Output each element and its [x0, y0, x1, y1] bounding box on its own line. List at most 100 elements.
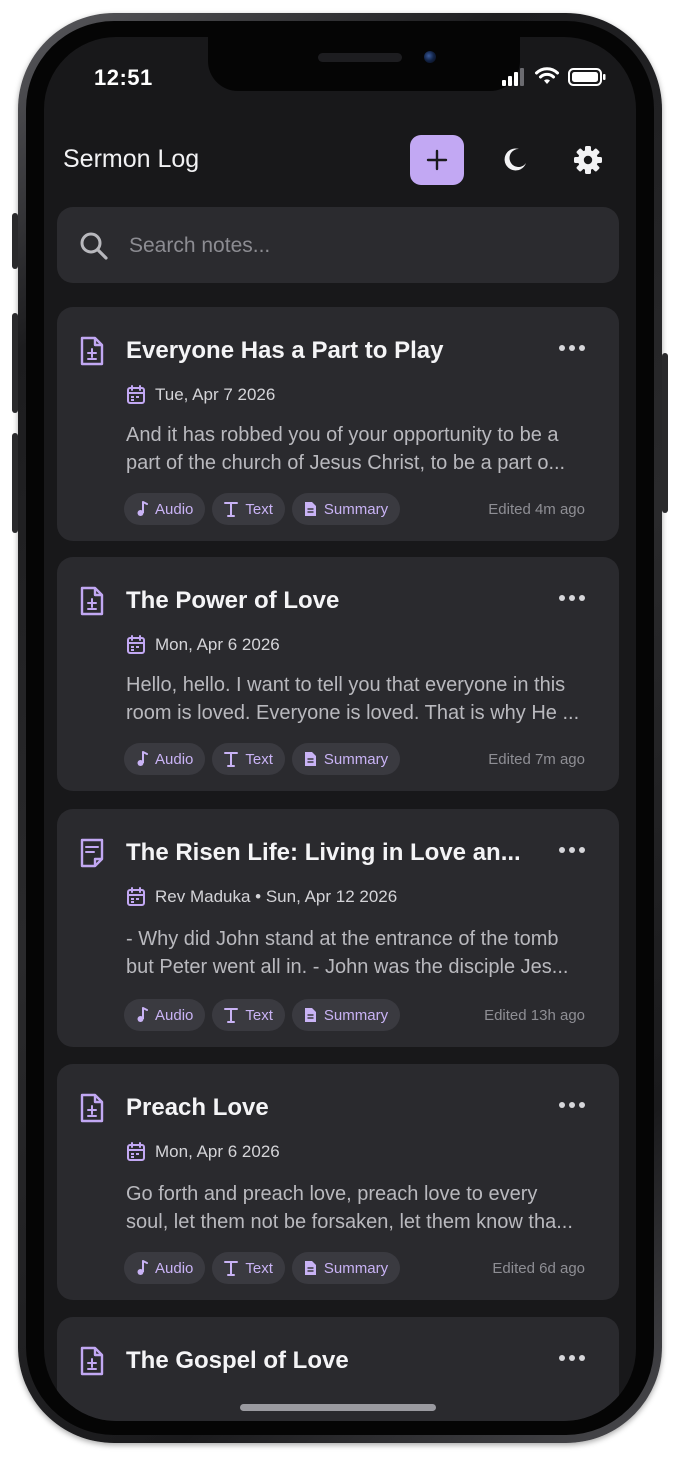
music-note-icon	[137, 751, 148, 766]
calendar-icon	[127, 385, 145, 404]
note-chips: Audio Text Summary	[124, 743, 401, 775]
note-title: The Power of Love	[126, 587, 340, 614]
status-icons	[502, 67, 606, 86]
note-snippet: - Why did John stand at the entrance of …	[126, 925, 596, 981]
note-card[interactable]: Preach Love Mon, Apr 6 2026 Go forth and…	[57, 1064, 619, 1300]
dot	[559, 1102, 565, 1108]
search-input[interactable]	[127, 227, 591, 265]
note-date: Tue, Apr 7 2026	[155, 385, 276, 404]
more-options-button[interactable]	[559, 1355, 585, 1361]
more-options-button[interactable]	[559, 595, 585, 601]
gear-icon	[574, 146, 602, 174]
dot	[569, 1102, 575, 1108]
music-note-icon	[137, 1260, 148, 1275]
dot	[579, 345, 585, 351]
note-card[interactable]: Everyone Has a Part to Play Tue, Apr 7 2…	[57, 307, 619, 541]
note-card[interactable]: The Risen Life: Living in Love an... Rev…	[57, 809, 619, 1047]
note-meta: Tue, Apr 7 2026	[126, 385, 275, 405]
calendar-icon	[127, 1142, 145, 1161]
chip-label: Summary	[323, 500, 389, 518]
volume-down-button	[12, 433, 18, 533]
chip-label: Text	[245, 1006, 273, 1024]
note-meta: Rev Maduka • Sun, Apr 12 2026	[126, 887, 397, 907]
document-icon	[304, 502, 316, 516]
audio-file-icon	[80, 336, 104, 366]
snippet-line: but Peter went all in. - John was the di…	[126, 956, 569, 978]
chip-text[interactable]: Text	[212, 999, 285, 1031]
dot	[569, 595, 575, 601]
audio-file-icon	[80, 1346, 104, 1376]
dark-mode-toggle[interactable]	[494, 139, 536, 181]
app-title: Sermon Log	[63, 145, 200, 173]
dot	[579, 1355, 585, 1361]
dot	[579, 595, 585, 601]
note-card[interactable]: The Power of Love Mon, Apr 6 2026 Hello,…	[57, 557, 619, 791]
home-indicator[interactable]	[240, 1404, 436, 1411]
chip-audio[interactable]: Audio	[124, 1252, 206, 1284]
chip-label: Text	[245, 500, 273, 518]
edited-time: Edited 4m ago	[488, 501, 585, 518]
audio-file-icon	[80, 1093, 104, 1123]
dot	[569, 345, 575, 351]
dot	[559, 345, 565, 351]
audio-file-icon	[80, 586, 104, 616]
chip-text[interactable]: Text	[212, 493, 285, 525]
battery-icon	[568, 67, 606, 86]
note-snippet: Hello, hello. I want to tell you that ev…	[126, 671, 596, 727]
add-note-button[interactable]	[410, 135, 464, 185]
more-options-button[interactable]	[559, 1102, 585, 1108]
status-time: 12:51	[94, 65, 153, 90]
note-chips: Audio Text Summary	[124, 493, 401, 525]
text-format-icon	[224, 1261, 239, 1276]
note-chips: Audio Text Summary	[124, 1252, 401, 1284]
more-options-button[interactable]	[559, 847, 585, 853]
note-title: The Gospel of Love	[126, 1347, 349, 1374]
chip-summary[interactable]: Summary	[291, 1252, 401, 1284]
note-date: Mon, Apr 6 2026	[155, 635, 280, 654]
earpiece-speaker	[318, 53, 402, 62]
settings-button[interactable]	[567, 139, 609, 181]
snippet-line: part of the church of Jesus Christ, to b…	[126, 452, 566, 474]
snippet-line: Hello, hello. I want to tell you that ev…	[126, 674, 566, 696]
snippet-line: room is loved. Everyone is loved. That i…	[126, 702, 580, 724]
dot	[569, 847, 575, 853]
chip-label: Summary	[323, 1006, 389, 1024]
chip-summary[interactable]: Summary	[291, 493, 401, 525]
music-note-icon	[137, 501, 148, 516]
cellular-signal-icon	[502, 67, 524, 86]
edited-time: Edited 6d ago	[492, 1260, 585, 1277]
chip-label: Audio	[155, 500, 194, 518]
chip-audio[interactable]: Audio	[124, 743, 206, 775]
front-camera	[424, 51, 436, 63]
document-icon	[304, 1261, 316, 1275]
wifi-icon	[535, 67, 559, 84]
chip-audio[interactable]: Audio	[124, 493, 206, 525]
chip-label: Audio	[155, 750, 194, 768]
calendar-icon	[127, 887, 145, 906]
more-options-button[interactable]	[559, 345, 585, 351]
chip-text[interactable]: Text	[212, 1252, 285, 1284]
text-note-icon	[80, 838, 104, 868]
edited-time: Edited 13h ago	[484, 1007, 585, 1024]
chip-audio[interactable]: Audio	[124, 999, 206, 1031]
snippet-line: And it has robbed you of your opportunit…	[126, 424, 559, 446]
text-format-icon	[224, 502, 239, 517]
search-bar[interactable]	[57, 207, 619, 283]
dot	[559, 1355, 565, 1361]
screen: 12:51 Sermon Log Search notes... Everyon…	[44, 37, 636, 1421]
chip-label: Summary	[323, 750, 389, 768]
note-meta: Mon, Apr 6 2026	[126, 635, 280, 655]
chip-summary[interactable]: Summary	[291, 999, 401, 1031]
chip-label: Audio	[155, 1006, 194, 1024]
document-icon	[304, 1008, 316, 1022]
chip-label: Audio	[155, 1259, 194, 1277]
snippet-line: soul, let them not be forsaken, let them…	[126, 1211, 573, 1233]
text-format-icon	[224, 752, 239, 767]
note-snippet: Go forth and preach love, preach love to…	[126, 1180, 596, 1236]
chip-summary[interactable]: Summary	[291, 743, 401, 775]
app-header: Sermon Log	[44, 125, 636, 197]
dot	[559, 595, 565, 601]
note-meta: Mon, Apr 6 2026	[126, 1142, 280, 1162]
chip-text[interactable]: Text	[212, 743, 285, 775]
note-date: Rev Maduka • Sun, Apr 12 2026	[155, 887, 398, 906]
